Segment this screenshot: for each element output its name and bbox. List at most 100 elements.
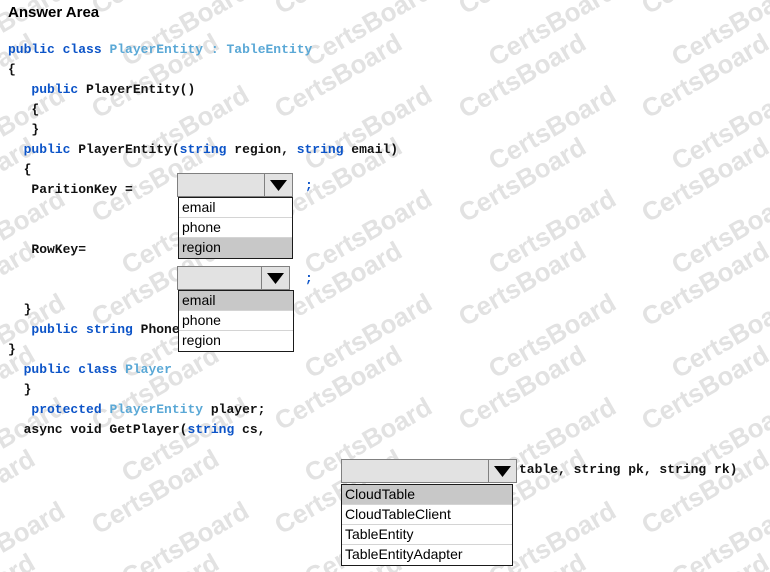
- watermark-text: CertsBoard: [453, 339, 591, 437]
- dropdown-option[interactable]: email: [179, 198, 292, 218]
- code-token: PlayerEntity(: [78, 142, 180, 157]
- watermark-text: CertsBoard: [453, 131, 591, 229]
- code-line: protected PlayerEntity player;: [8, 400, 398, 420]
- code-token: PlayerEntity: [109, 42, 204, 57]
- watermark-text: CertsBoard: [637, 0, 770, 21]
- watermark-text: CertsBoard: [453, 235, 591, 333]
- chevron-down-icon[interactable]: [264, 174, 292, 196]
- dropdown-option[interactable]: TableEntity: [342, 525, 512, 545]
- watermark-text: CertsBoard: [483, 183, 621, 281]
- watermark-text: CertsBoard: [453, 0, 591, 21]
- watermark-text: CertsBoard: [85, 443, 224, 541]
- code-token: {: [8, 62, 16, 77]
- code-token: public: [23, 362, 71, 377]
- watermark-text: CertsBoard: [86, 547, 224, 572]
- watermark-text: CertsBoard: [453, 27, 591, 125]
- code-token: PlayerEntity(): [86, 82, 196, 97]
- code-line: }: [8, 380, 398, 400]
- code-line: async void GetPlayer(string cs,: [8, 420, 398, 440]
- code-token: string: [86, 322, 133, 337]
- code-token: public: [23, 142, 71, 157]
- code-token: class: [78, 362, 118, 377]
- watermark-text: CertsBoard: [666, 183, 770, 281]
- code-token: {: [8, 102, 40, 117]
- code-token: class: [62, 42, 102, 57]
- dropdown-rowkey-options[interactable]: email phone region: [178, 290, 294, 352]
- code-token: string: [296, 142, 344, 157]
- code-line: public PlayerEntity(string region, strin…: [8, 140, 399, 160]
- code-token: email): [343, 142, 399, 157]
- dropdown-option[interactable]: email: [179, 291, 293, 311]
- method-signature-tail: table, string pk, string rk): [519, 462, 738, 477]
- semicolon-rowkey: ;: [305, 271, 313, 286]
- dropdown-tabletype[interactable]: [341, 459, 517, 483]
- code-token: }: [8, 342, 16, 357]
- code-token: protected: [31, 402, 102, 417]
- code-token: {: [8, 162, 32, 177]
- code-token: PlayerEntity: [109, 402, 204, 417]
- code-token: RowKey=: [8, 242, 87, 257]
- code-token: ParitionKey =: [8, 182, 133, 197]
- dropdown-option[interactable]: region: [179, 238, 292, 258]
- watermark-text: CertsBoard: [115, 495, 254, 572]
- dropdown-rowkey[interactable]: [177, 266, 290, 290]
- dropdown-option[interactable]: phone: [179, 218, 292, 238]
- dropdown-tabletype-value: [342, 460, 488, 482]
- watermark-text: CertsBoard: [636, 131, 770, 229]
- code-token: public: [31, 82, 79, 97]
- code-line: {: [8, 60, 398, 80]
- code-token: public: [31, 322, 79, 337]
- watermark-text: CertsBoard: [636, 443, 770, 541]
- dropdown-partitionkey-value: [178, 174, 264, 196]
- code-token: string: [187, 422, 235, 437]
- code-token: }: [8, 302, 32, 317]
- code-line: public class Player: [8, 360, 398, 380]
- dropdown-option[interactable]: region: [179, 331, 293, 351]
- dropdown-rowkey-value: [178, 267, 261, 289]
- code-token: }: [8, 382, 32, 397]
- code-line: {: [8, 100, 398, 120]
- code-line: }: [8, 120, 398, 140]
- dropdown-partitionkey-options[interactable]: email phone region: [178, 197, 293, 259]
- code-token: TableEntity: [226, 42, 313, 57]
- code-token: Player: [125, 362, 172, 377]
- dropdown-option[interactable]: CloudTable: [342, 485, 512, 505]
- watermark-text: CertsBoard: [0, 443, 40, 541]
- watermark-text: CertsBoard: [86, 0, 224, 21]
- chevron-down-icon[interactable]: [488, 460, 516, 482]
- code-token: :: [203, 42, 227, 57]
- code-token: string: [179, 142, 227, 157]
- code-line: public PlayerEntity(): [8, 80, 398, 100]
- watermark-text: CertsBoard: [637, 547, 770, 572]
- code-token: }: [8, 122, 40, 137]
- watermark-text: CertsBoard: [269, 0, 407, 21]
- watermark-text: CertsBoard: [483, 79, 621, 177]
- dropdown-partitionkey[interactable]: [177, 173, 293, 197]
- watermark-text: CertsBoard: [636, 235, 770, 333]
- dropdown-option[interactable]: phone: [179, 311, 293, 331]
- code-token: player;: [203, 402, 266, 417]
- dropdown-option[interactable]: CloudTableClient: [342, 505, 512, 525]
- watermark-text: CertsBoard: [666, 0, 770, 73]
- watermark-text: CertsBoard: [666, 495, 770, 572]
- watermark-text: CertsBoard: [636, 27, 770, 125]
- page-title: Answer Area: [8, 4, 100, 21]
- dropdown-option[interactable]: TableEntityAdapter: [342, 545, 512, 565]
- answer-area-page: CertsBoard CertsBoard CertsBoard CertsBoard…: [0, 0, 770, 572]
- dropdown-tabletype-options[interactable]: CloudTable CloudTableClient TableEntity Tab…: [341, 484, 513, 566]
- semicolon-partitionkey: ;: [305, 178, 313, 193]
- code-token: async void GetPlayer(: [8, 422, 188, 437]
- watermark-text: CertsBoard: [483, 0, 621, 73]
- code-token: public: [8, 42, 55, 57]
- watermark-text: CertsBoard: [483, 287, 621, 385]
- chevron-down-icon[interactable]: [261, 267, 289, 289]
- watermark-text: CertsBoard: [666, 287, 770, 385]
